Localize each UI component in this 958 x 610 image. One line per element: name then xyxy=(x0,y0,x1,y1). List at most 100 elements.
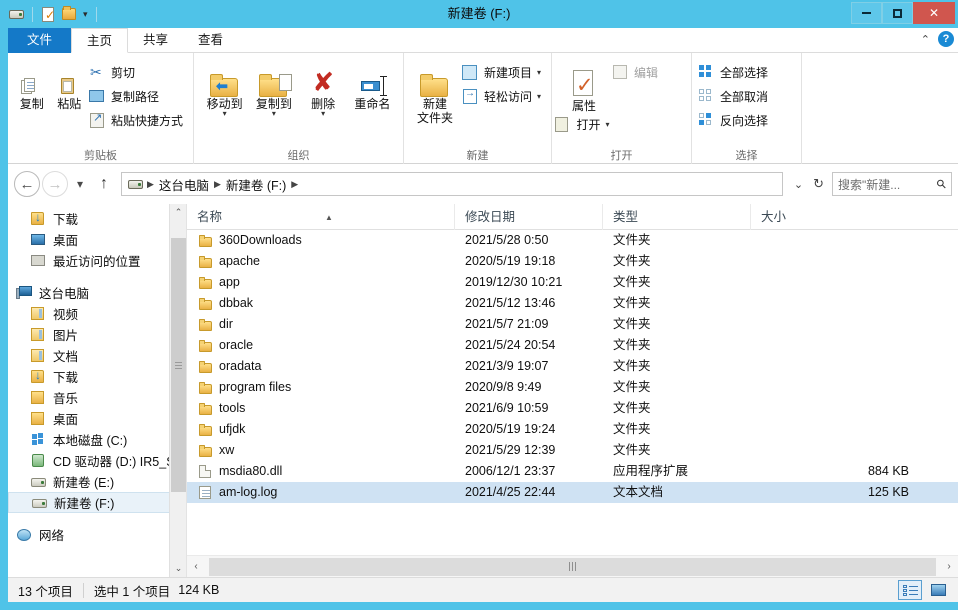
file-name-cell[interactable]: tools xyxy=(187,398,455,419)
scroll-up-icon[interactable]: ⌃ xyxy=(170,204,186,221)
file-name-cell[interactable]: msdia80.dll xyxy=(187,461,455,482)
table-row[interactable]: am-log.log 2021/4/25 22:44 文本文档 125 KB xyxy=(187,482,958,503)
select-all-button[interactable]: 全部选择 xyxy=(698,62,772,83)
table-row[interactable]: oradata 2021/3/9 19:07 文件夹 xyxy=(187,356,958,377)
table-row[interactable]: msdia80.dll 2006/12/1 23:37 应用程序扩展 884 K… xyxy=(187,461,958,482)
minimize-button[interactable] xyxy=(851,2,882,24)
search-input[interactable]: 搜索"新建... ⚲ xyxy=(832,172,952,196)
cut-button[interactable]: ✂ 剪切 xyxy=(89,62,187,83)
up-button[interactable]: ↑ xyxy=(92,171,116,197)
paste-shortcut-button[interactable]: 粘贴快捷方式 xyxy=(89,110,187,131)
refresh-icon[interactable]: ↻ xyxy=(813,176,824,192)
delete-button[interactable]: ✘ 删除 ▾ xyxy=(299,57,348,118)
file-name-cell[interactable]: oracle xyxy=(187,335,455,356)
breadcrumb[interactable]: ▶ 这台电脑 ▶ 新建卷 (F:) ▶ xyxy=(121,172,783,196)
move-to-caret-icon[interactable]: ▾ xyxy=(223,110,227,118)
back-button[interactable]: ← xyxy=(14,171,40,197)
open-button[interactable]: 打开 ▾ xyxy=(554,114,613,135)
file-name-cell[interactable]: program files xyxy=(187,377,455,398)
new-item-button[interactable]: 新建项目 ▾ xyxy=(461,62,545,83)
sidebar-item-desktop-quick[interactable]: 桌面 xyxy=(8,229,186,250)
new-item-caret-icon[interactable]: ▾ xyxy=(537,68,541,77)
forward-button[interactable]: → xyxy=(42,171,68,197)
copy-to-button[interactable]: 复制到 ▾ xyxy=(249,57,298,118)
sidebar-item-downloads[interactable]: 下载 xyxy=(8,366,186,387)
tab-home[interactable]: 主页 xyxy=(71,28,129,53)
sidebar-item-documents[interactable]: 文档 xyxy=(8,345,186,366)
table-row[interactable]: app 2019/12/30 10:21 文件夹 xyxy=(187,272,958,293)
sidebar-item-cd-drive-d[interactable]: CD 驱动器 (D:) IR5_SS xyxy=(8,450,186,471)
chevron-down-icon[interactable]: ▾ xyxy=(81,9,90,20)
sidebar-item-local-disk-c[interactable]: 本地磁盘 (C:) xyxy=(8,429,186,450)
breadcrumb-item-this-pc[interactable]: 这台电脑 xyxy=(155,175,213,194)
easy-access-button[interactable]: 轻松访问 ▾ xyxy=(462,86,545,107)
easy-access-caret-icon[interactable]: ▾ xyxy=(537,92,541,101)
tab-view[interactable]: 查看 xyxy=(183,28,238,53)
drive-icon[interactable] xyxy=(8,5,26,23)
edit-button[interactable]: 编辑 xyxy=(612,62,662,83)
breadcrumb-separator-2[interactable]: ▶ xyxy=(290,179,299,190)
table-row[interactable]: program files 2020/9/8 9:49 文件夹 xyxy=(187,377,958,398)
breadcrumb-separator-1[interactable]: ▶ xyxy=(213,179,222,190)
file-name-cell[interactable]: app xyxy=(187,272,455,293)
open-caret-icon[interactable]: ▾ xyxy=(606,120,610,129)
details-view-button[interactable] xyxy=(898,580,922,600)
address-dropdown-icon[interactable]: ⌄ xyxy=(794,178,803,191)
copy-to-caret-icon[interactable]: ▾ xyxy=(272,110,276,118)
table-row[interactable]: dbbak 2021/5/12 13:46 文件夹 xyxy=(187,293,958,314)
folder-icon[interactable] xyxy=(60,5,78,23)
sidebar-item-downloads-quick[interactable]: 下载 xyxy=(8,208,186,229)
file-name-cell[interactable]: dbbak xyxy=(187,293,455,314)
close-button[interactable]: ✕ xyxy=(913,2,955,24)
file-name-cell[interactable]: apache xyxy=(187,251,455,272)
sidebar-item-volume-e[interactable]: 新建卷 (E:) xyxy=(8,471,186,492)
scroll-down-icon[interactable]: ⌄ xyxy=(170,560,186,577)
file-name-cell[interactable]: 360Downloads xyxy=(187,230,455,251)
table-row[interactable]: 360Downloads 2021/5/28 0:50 文件夹 xyxy=(187,230,958,251)
move-to-button[interactable]: ⬅ 移动到 ▾ xyxy=(200,57,249,118)
help-icon[interactable]: ? xyxy=(938,31,954,47)
column-header-size[interactable]: 大小 xyxy=(751,204,921,230)
rename-button[interactable]: 重命名 xyxy=(348,57,397,111)
recent-locations-button[interactable]: ▾ xyxy=(70,171,90,197)
collapse-ribbon-icon[interactable]: ⌃ xyxy=(921,33,930,46)
new-doc-icon[interactable] xyxy=(39,5,57,23)
new-folder-button[interactable]: 新建 文件夹 xyxy=(410,57,460,125)
scrollbar-thumb[interactable] xyxy=(171,238,186,492)
column-header-type[interactable]: 类型 xyxy=(603,203,751,230)
table-row[interactable]: xw 2021/5/29 12:39 文件夹 xyxy=(187,440,958,461)
sidebar-item-videos[interactable]: 视频 xyxy=(8,303,186,324)
copy-button[interactable]: 复制 xyxy=(14,57,49,111)
properties-button[interactable]: ✓ 属性 xyxy=(558,59,610,113)
hscroll-track[interactable] xyxy=(205,557,940,576)
file-name-cell[interactable]: ufjdk xyxy=(187,419,455,440)
sidebar-item-network[interactable]: 网络 xyxy=(8,524,186,545)
file-name-cell[interactable]: oradata xyxy=(187,356,455,377)
sidebar-item-recent-places[interactable]: 最近访问的位置 xyxy=(8,250,186,271)
file-name-cell[interactable]: am-log.log xyxy=(187,482,455,503)
tab-file[interactable]: 文件 xyxy=(8,28,72,53)
column-header-name[interactable]: 名称 ▲ xyxy=(187,203,455,230)
table-row[interactable]: tools 2021/6/9 10:59 文件夹 xyxy=(187,398,958,419)
breadcrumb-separator-0[interactable]: ▶ xyxy=(146,179,155,190)
tab-share[interactable]: 共享 xyxy=(128,28,183,53)
navigation-pane-scrollbar[interactable]: ⌃ ⌄ xyxy=(169,204,186,577)
invert-selection-button[interactable]: 反向选择 xyxy=(698,110,772,131)
table-row[interactable]: dir 2021/5/7 21:09 文件夹 xyxy=(187,314,958,335)
select-none-button[interactable]: 全部取消 xyxy=(698,86,772,107)
sidebar-item-volume-f[interactable]: 新建卷 (F:) xyxy=(8,492,186,513)
scroll-right-icon[interactable]: › xyxy=(940,557,958,577)
sidebar-item-desktop[interactable]: 桌面 xyxy=(8,408,186,429)
file-list-horizontal-scrollbar[interactable]: ‹ › xyxy=(187,555,958,577)
scroll-left-icon[interactable]: ‹ xyxy=(187,557,205,577)
sidebar-item-this-pc[interactable]: 这台电脑 xyxy=(8,282,186,303)
file-name-cell[interactable]: dir xyxy=(187,314,455,335)
breadcrumb-item-volume-f[interactable]: 新建卷 (F:) xyxy=(222,175,290,194)
paste-button[interactable]: 粘贴 xyxy=(51,57,86,111)
sidebar-item-music[interactable]: 音乐 xyxy=(8,387,186,408)
large-icons-view-button[interactable] xyxy=(926,580,950,600)
delete-caret-icon[interactable]: ▾ xyxy=(321,110,325,118)
column-header-date[interactable]: 修改日期 xyxy=(455,203,603,230)
table-row[interactable]: oracle 2021/5/24 20:54 文件夹 xyxy=(187,335,958,356)
hscroll-thumb[interactable] xyxy=(209,557,936,576)
